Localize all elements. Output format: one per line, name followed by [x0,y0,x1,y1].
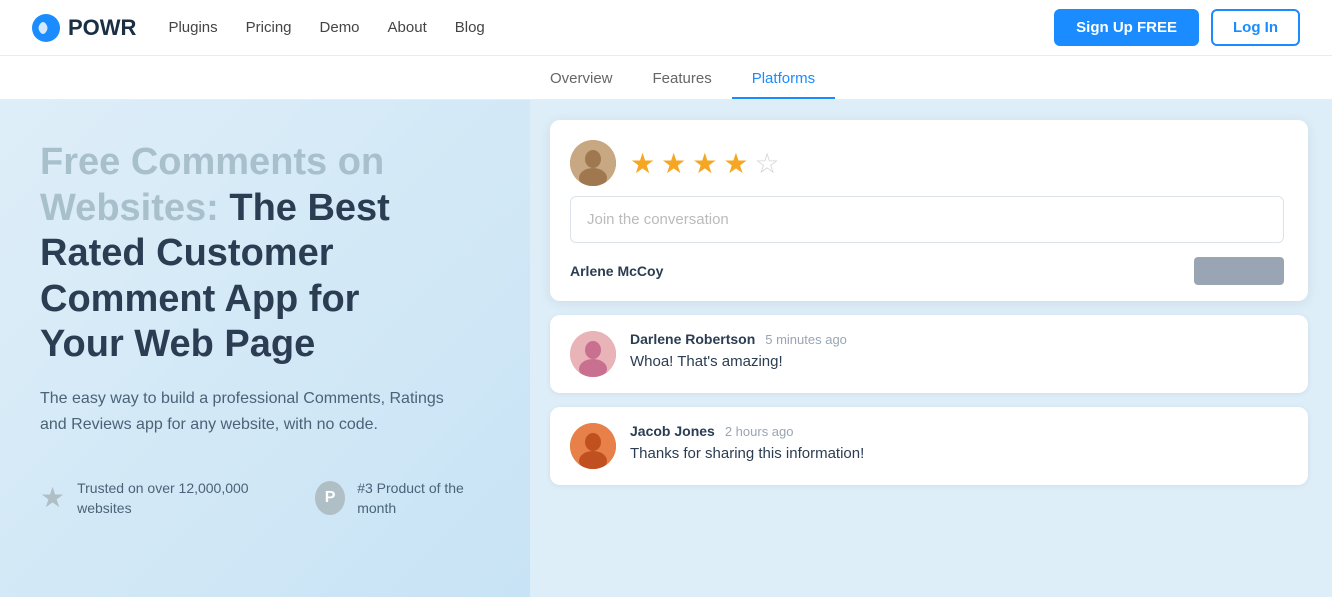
login-button[interactable]: Log In [1211,9,1300,46]
trust-text-producthunt: #3 Product of the month [357,479,490,518]
tab-platforms[interactable]: Platforms [732,60,835,99]
nav-link-demo[interactable]: Demo [320,19,360,36]
trust-item-websites: ★ Trusted on over 12,000,000 websites [40,479,279,518]
comment-time-2: 2 hours ago [725,424,794,439]
hero-subtitle: The easy way to build a professional Com… [40,386,470,437]
comment-time-1: 5 minutes ago [765,332,847,347]
subnav: Overview Features Platforms [0,56,1332,100]
nav-link-pricing[interactable]: Pricing [246,19,292,36]
nav-links: Plugins Pricing Demo About Blog [168,19,484,36]
nav-left: POWR Plugins Pricing Demo About Blog [32,14,485,42]
star-3: ★ [692,147,717,180]
hero-title-faded: Free Comments onWebsites: [40,141,384,229]
star-4: ★ [723,147,748,180]
avatar-jacob [570,423,616,469]
hero-title: Free Comments onWebsites: The BestRated … [40,140,490,368]
top-avatar-row: ★ ★ ★ ★ ☆ [570,140,1284,186]
comment-meta-1: Darlene Robertson 5 minutes ago [630,331,847,347]
comment-text-2: Thanks for sharing this information! [630,445,864,462]
avatar-image-3 [570,423,616,469]
submit-button-placeholder[interactable] [1194,257,1284,285]
tab-features[interactable]: Features [633,60,732,99]
powr-logo-icon [32,14,60,42]
avatar-darlene [570,331,616,377]
tab-overview[interactable]: Overview [530,60,633,99]
comment-body-2: Jacob Jones 2 hours ago Thanks for shari… [630,423,864,469]
producthunt-icon: P [315,481,345,515]
comment-input[interactable]: Join the conversation [570,196,1284,243]
right-panel: ★ ★ ★ ★ ☆ Join the conversation Arlene M… [530,100,1332,597]
star-rating[interactable]: ★ ★ ★ ★ ☆ [630,147,780,180]
avatar-image-2 [570,331,616,377]
nav-link-plugins[interactable]: Plugins [168,19,217,36]
logo-text: POWR [68,15,136,41]
commenter-row: Arlene McCoy [570,257,1284,285]
trust-item-producthunt: P #3 Product of the month [315,479,490,518]
main-content: Free Comments onWebsites: The BestRated … [0,100,1332,597]
nav-link-about[interactable]: About [388,19,427,36]
logo[interactable]: POWR [32,14,136,42]
comment-author-2: Jacob Jones [630,423,715,439]
comment-card-2: Jacob Jones 2 hours ago Thanks for shari… [550,407,1308,485]
star-2: ★ [661,147,686,180]
comment-card-1: Darlene Robertson 5 minutes ago Whoa! Th… [550,315,1308,393]
star-icon: ★ [40,481,65,514]
avatar-image-1 [570,140,616,186]
comment-body-1: Darlene Robertson 5 minutes ago Whoa! Th… [630,331,847,377]
nav-right: Sign Up FREE Log In [1054,9,1300,46]
star-1: ★ [630,147,655,180]
comment-author-1: Darlene Robertson [630,331,755,347]
star-5: ☆ [754,147,779,180]
top-commenter-avatar [570,140,616,186]
navbar: POWR Plugins Pricing Demo About Blog Sig… [0,0,1332,56]
comment-meta-2: Jacob Jones 2 hours ago [630,423,864,439]
trust-row: ★ Trusted on over 12,000,000 websites P … [40,479,490,518]
hero-section: Free Comments onWebsites: The BestRated … [0,100,530,597]
commenter-name: Arlene McCoy [570,263,663,279]
trust-text-websites: Trusted on over 12,000,000 websites [77,479,279,518]
comment-app-widget: ★ ★ ★ ★ ☆ Join the conversation Arlene M… [550,120,1308,301]
nav-link-blog[interactable]: Blog [455,19,485,36]
signup-button[interactable]: Sign Up FREE [1054,9,1199,46]
comment-text-1: Whoa! That's amazing! [630,353,847,370]
